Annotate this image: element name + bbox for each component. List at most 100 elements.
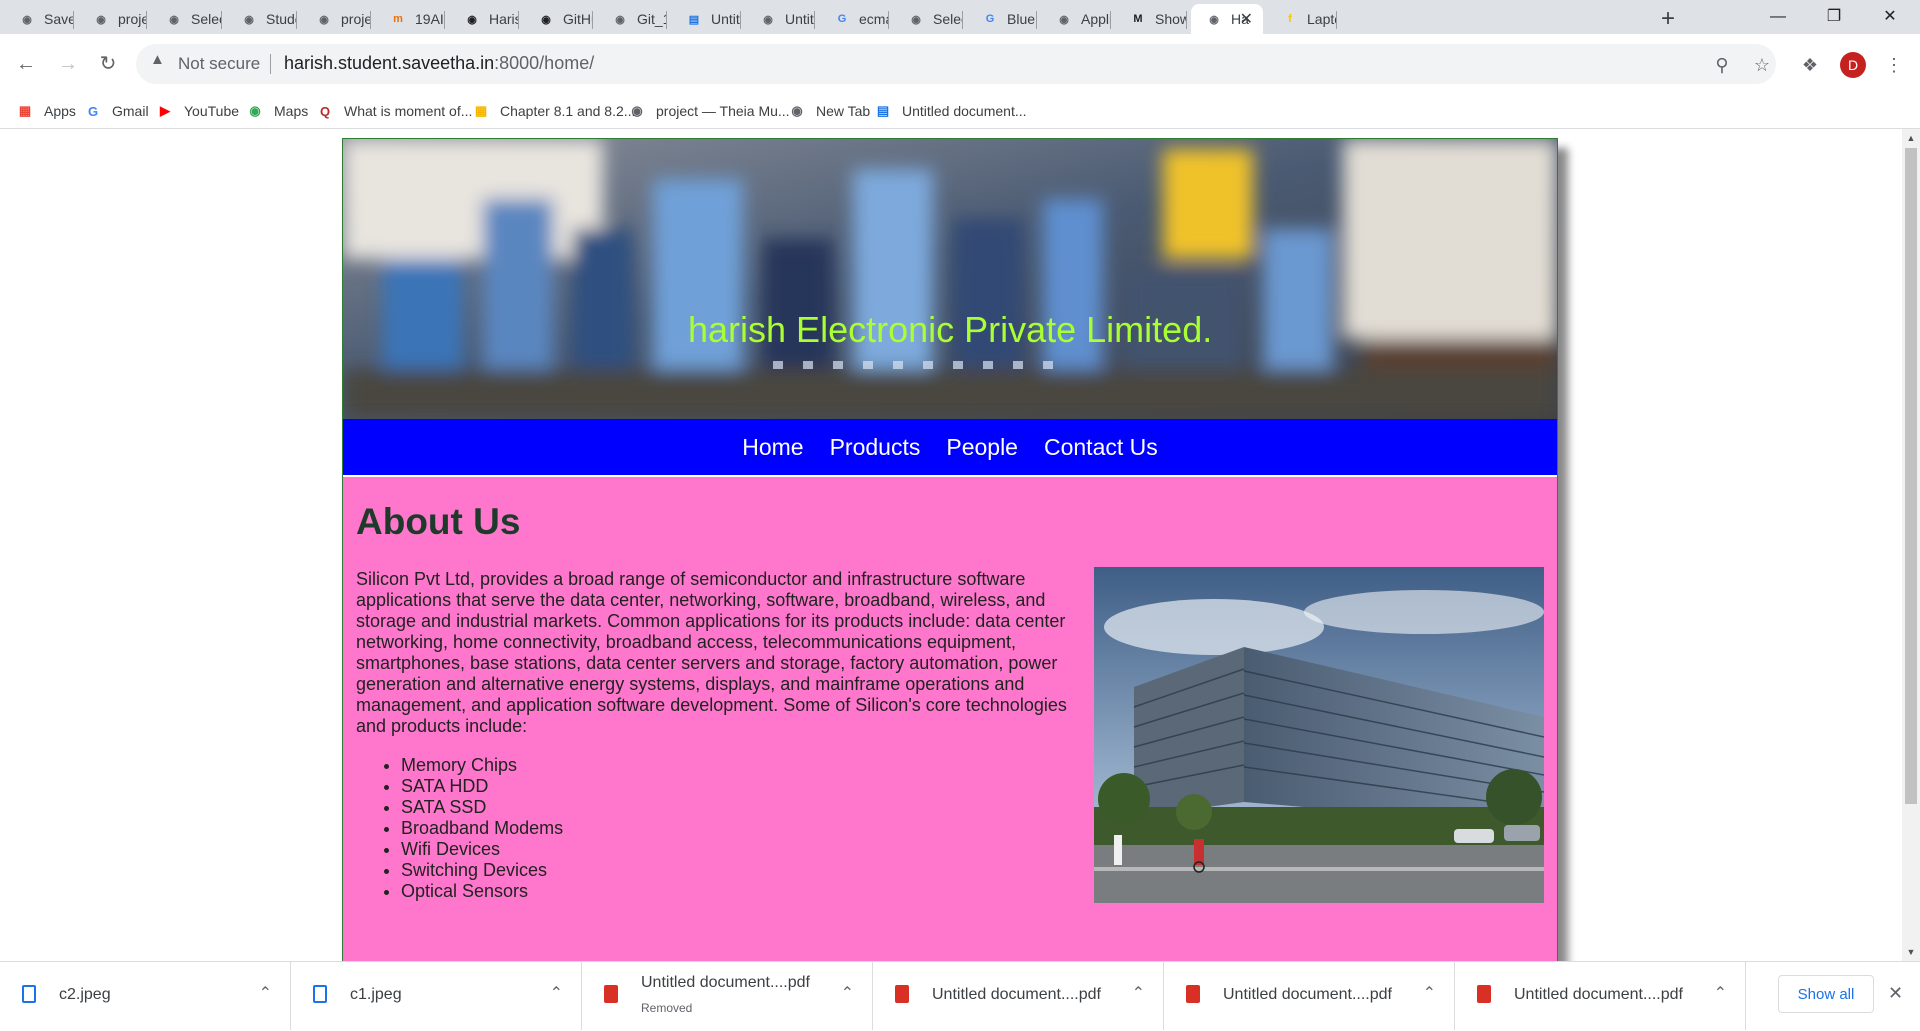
tab[interactable]: Gecma [819, 4, 889, 34]
scroll-up-icon[interactable]: ▲ [1904, 131, 1918, 145]
menu-icon[interactable]: ⋮ [1881, 52, 1907, 78]
tab-separator [888, 11, 889, 29]
chevron-up-icon[interactable]: ⌃ [1423, 983, 1436, 1003]
bookmark-label: project — Theia Mu... [656, 103, 790, 119]
download-item[interactable]: Untitled document....pdf Removed ⌃ [582, 961, 873, 1030]
tab[interactable]: f Lapto [1267, 4, 1337, 34]
forward-icon[interactable]: → [54, 50, 82, 78]
url-path: :8000/home/ [494, 53, 595, 73]
scroll-down-icon[interactable]: ▼ [1904, 945, 1918, 959]
tab-separator [962, 11, 963, 29]
tab[interactable]: G Blue a [967, 4, 1037, 34]
tab[interactable]: ◉ GitHu [523, 4, 593, 34]
slides-icon: ▦ [474, 103, 488, 118]
close-downloads-icon[interactable]: ✕ [1888, 983, 1903, 1004]
url-text[interactable]: harish.student.saveetha.in:8000/home/ [284, 53, 594, 74]
bookmark-item[interactable]: ◉ project — Theia Mu... [628, 100, 790, 122]
pdf-file-icon [604, 985, 618, 1003]
bookmark-item[interactable]: ▦ Chapter 8.1 and 8.2... [472, 100, 636, 122]
circuit-board-illustration [343, 139, 1557, 419]
quora-icon: Q [319, 103, 331, 119]
chevron-up-icon[interactable]: ⌃ [1714, 983, 1727, 1003]
tab[interactable]: m 19AI4 [375, 4, 445, 34]
nav-people-link[interactable]: People [946, 419, 1018, 475]
download-item[interactable]: c1.jpeg ⌃ [291, 961, 582, 1030]
show-all-button[interactable]: Show all [1778, 975, 1874, 1013]
profile-avatar[interactable]: D [1840, 52, 1866, 78]
tab-label: Blue a [1007, 11, 1037, 27]
tab-active[interactable]: ◉ Ha ✕ [1191, 4, 1263, 34]
globe-icon: ◉ [169, 13, 179, 26]
tab[interactable]: ▤ Untitl [671, 4, 741, 34]
bookmark-item[interactable]: Q What is moment of... [316, 100, 472, 122]
bookmark-label: Apps [44, 103, 76, 119]
nav-contact-link[interactable]: Contact Us [1044, 419, 1158, 475]
minimize-button[interactable]: — [1750, 0, 1806, 34]
scroll-thumb[interactable] [1905, 148, 1917, 804]
download-item[interactable]: Untitled document....pdf ⌃ [1164, 961, 1455, 1030]
reload-icon[interactable]: ↻ [94, 50, 122, 78]
bookmark-item[interactable]: ◉ New Tab [788, 100, 870, 122]
chevron-up-icon[interactable]: ⌃ [259, 983, 272, 1003]
tab-label: Saveet [44, 11, 74, 27]
warning-icon[interactable]: ▲ [150, 51, 165, 68]
tab[interactable]: ◉ Select [893, 4, 963, 34]
globe-icon: ◉ [1059, 13, 1069, 26]
zoom-icon[interactable]: ⚲ [1709, 52, 1735, 78]
tab-label: Studer [266, 11, 297, 27]
tab[interactable]: ◉ Untitl [745, 4, 815, 34]
back-icon[interactable]: ← [12, 50, 40, 78]
tab[interactable]: ◉ Saveet [4, 4, 74, 34]
download-filename: Untitled document....pdf [1514, 986, 1683, 1003]
tab[interactable]: ◉ Git_1.j [597, 4, 667, 34]
office-building-illustration [1094, 567, 1544, 903]
download-filename: Untitled document....pdf [932, 986, 1101, 1003]
tab-label: GitHu [563, 11, 593, 27]
bookmark-item[interactable]: ▤ Untitled document... [874, 100, 1027, 122]
omnibox-divider [270, 54, 271, 74]
bookmark-item[interactable]: ▦ Apps [16, 100, 76, 122]
tab[interactable]: ◉ projec [301, 4, 371, 34]
download-item[interactable]: c2.jpeg ⌃ [0, 961, 291, 1030]
tab-separator [1110, 11, 1111, 29]
nav-products-link[interactable]: Products [830, 419, 921, 475]
bookmark-item[interactable]: ◉ Maps [246, 100, 308, 122]
close-tab-icon[interactable]: ✕ [1240, 9, 1253, 29]
tab[interactable]: M Show [1115, 4, 1187, 34]
tab[interactable]: ◉ Applic [1041, 4, 1111, 34]
new-tab-button[interactable]: + [1654, 6, 1682, 34]
flipkart-icon: f [1288, 13, 1292, 25]
download-item[interactable]: Untitled document....pdf ⌃ [873, 961, 1164, 1030]
chevron-up-icon[interactable]: ⌃ [1132, 983, 1145, 1003]
bookmark-label: What is moment of... [344, 103, 473, 119]
globe-icon: ◉ [631, 103, 643, 118]
building-photo [1094, 567, 1544, 903]
bookmark-star-icon[interactable]: ☆ [1749, 52, 1775, 78]
download-filename: Untitled document....pdf [1223, 986, 1392, 1003]
tab[interactable]: ◉ Harish [449, 4, 519, 34]
apps-icon: ▦ [18, 103, 32, 118]
chevron-up-icon[interactable]: ⌃ [550, 983, 563, 1003]
bookmark-item[interactable]: ▶ YouTube [156, 100, 239, 122]
nav-home-link[interactable]: Home [742, 419, 803, 475]
download-item[interactable]: Untitled document....pdf ⌃ [1455, 961, 1746, 1030]
docs-icon: ▤ [688, 13, 700, 26]
extensions-icon[interactable]: ❖ [1797, 52, 1823, 78]
window-close-button[interactable]: ✕ [1862, 0, 1918, 34]
tab[interactable]: ◉ Studer [226, 4, 297, 34]
restore-button[interactable]: ❐ [1806, 0, 1862, 34]
chevron-up-icon[interactable]: ⌃ [841, 983, 854, 1003]
tab-separator [444, 11, 445, 29]
docs-icon: ▤ [876, 103, 890, 118]
bookmark-item[interactable]: G Gmail [84, 100, 149, 122]
about-section: About Us Silicon Pvt Ltd, provides a bro… [343, 477, 1557, 961]
tab-label: Git_1.j [637, 11, 667, 27]
pdf-file-icon [1186, 985, 1200, 1003]
globe-icon: ◉ [1209, 13, 1219, 26]
tab-separator [592, 11, 593, 29]
tab[interactable]: ◉ projec [78, 4, 147, 34]
url-host: harish.student.saveetha.in [284, 53, 495, 73]
security-label[interactable]: Not secure [178, 54, 260, 74]
list-item: Switching Devices [401, 860, 563, 881]
tab[interactable]: ◉ Select [151, 4, 222, 34]
